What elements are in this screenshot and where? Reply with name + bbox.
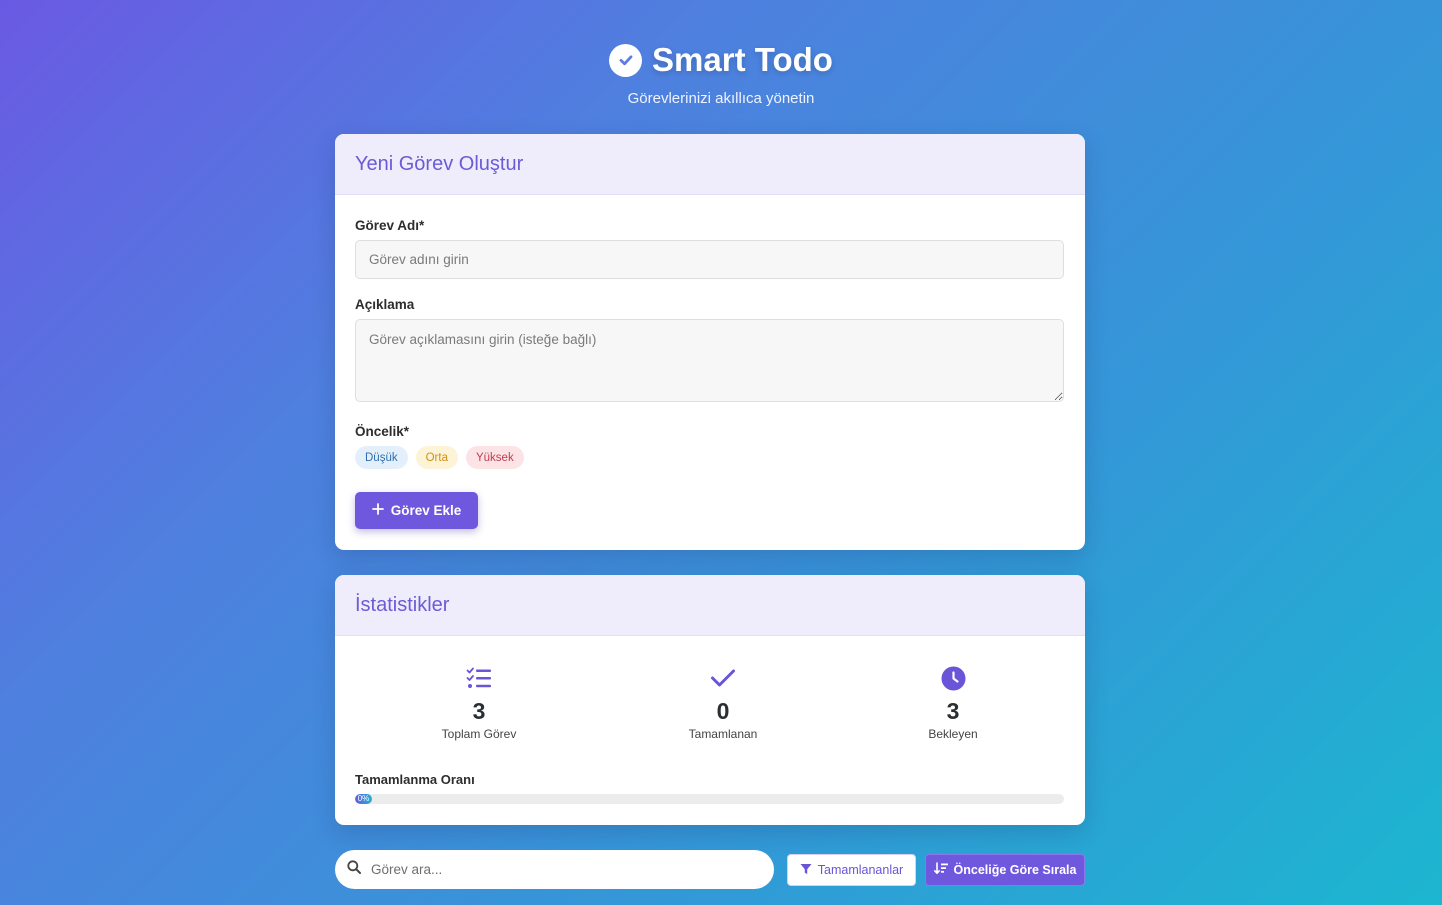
app-title: Smart Todo bbox=[609, 38, 833, 82]
task-name-input[interactable] bbox=[355, 240, 1064, 279]
stat-completed-value: 0 bbox=[716, 698, 730, 724]
check-icon bbox=[643, 664, 803, 692]
stat-completed: 0 Tamamlanan bbox=[643, 664, 803, 741]
search-box bbox=[335, 850, 774, 889]
priority-low-chip[interactable]: Düşük bbox=[355, 446, 408, 469]
app-title-text: Smart Todo bbox=[652, 41, 833, 78]
checklist-icon bbox=[399, 664, 559, 692]
completion-progress-fill: 0% bbox=[355, 794, 372, 804]
statistics-card: İstatistikler 3 Toplam Görev 0 Tamamlana… bbox=[335, 575, 1085, 825]
stat-total-label: Toplam Görev bbox=[441, 727, 517, 741]
stat-completed-label: Tamamlanan bbox=[688, 727, 758, 741]
completed-filter-button[interactable]: Tamamlananlar bbox=[787, 854, 916, 886]
check-circle-icon bbox=[609, 43, 643, 77]
search-icon bbox=[347, 860, 361, 879]
priority-options: Düşük Orta Yüksek bbox=[355, 446, 524, 469]
priority-label: Öncelik* bbox=[355, 424, 410, 439]
completed-filter-label: Tamamlananlar bbox=[817, 863, 904, 877]
stat-total-value: 3 bbox=[472, 698, 486, 724]
stat-pending-label: Bekleyen bbox=[928, 727, 978, 741]
clock-icon bbox=[873, 664, 1033, 692]
description-textarea[interactable] bbox=[355, 319, 1064, 402]
stat-pending-value: 3 bbox=[946, 698, 960, 724]
stat-pending: 3 Bekleyen bbox=[873, 664, 1033, 741]
completion-rate-label: Tamamlanma Oranı bbox=[355, 772, 475, 787]
stat-total: 3 Toplam Görev bbox=[399, 664, 559, 741]
app-header: Smart Todo Görevlerinizi akıllıca yöneti… bbox=[0, 38, 1442, 107]
add-task-button-label: Görev Ekle bbox=[390, 503, 462, 518]
search-input[interactable] bbox=[369, 861, 753, 878]
statistics-card-title: İstatistikler bbox=[335, 575, 1085, 636]
new-task-card: Yeni Görev Oluştur Görev Adı* Açıklama Ö… bbox=[335, 134, 1085, 550]
task-name-label: Görev Adı* bbox=[355, 218, 425, 233]
priority-high-chip[interactable]: Yüksek bbox=[465, 446, 524, 469]
sort-by-priority-label: Önceliğe Göre Sırala bbox=[953, 863, 1077, 877]
completion-progress-bar: 0% bbox=[355, 794, 1064, 804]
new-task-card-title: Yeni Görev Oluştur bbox=[335, 134, 1085, 195]
app-subtitle: Görevlerinizi akıllıca yönetin bbox=[627, 90, 815, 107]
priority-medium-chip[interactable]: Orta bbox=[415, 446, 458, 469]
task-toolbar: Tamamlananlar Önceliğe Göre Sırala bbox=[335, 850, 1085, 889]
description-label: Açıklama bbox=[355, 297, 415, 312]
add-task-button[interactable]: Görev Ekle bbox=[355, 492, 478, 529]
sort-icon bbox=[933, 862, 948, 878]
filter-icon bbox=[800, 863, 812, 878]
plus-icon bbox=[371, 503, 384, 518]
sort-by-priority-button[interactable]: Önceliğe Göre Sırala bbox=[925, 854, 1085, 886]
